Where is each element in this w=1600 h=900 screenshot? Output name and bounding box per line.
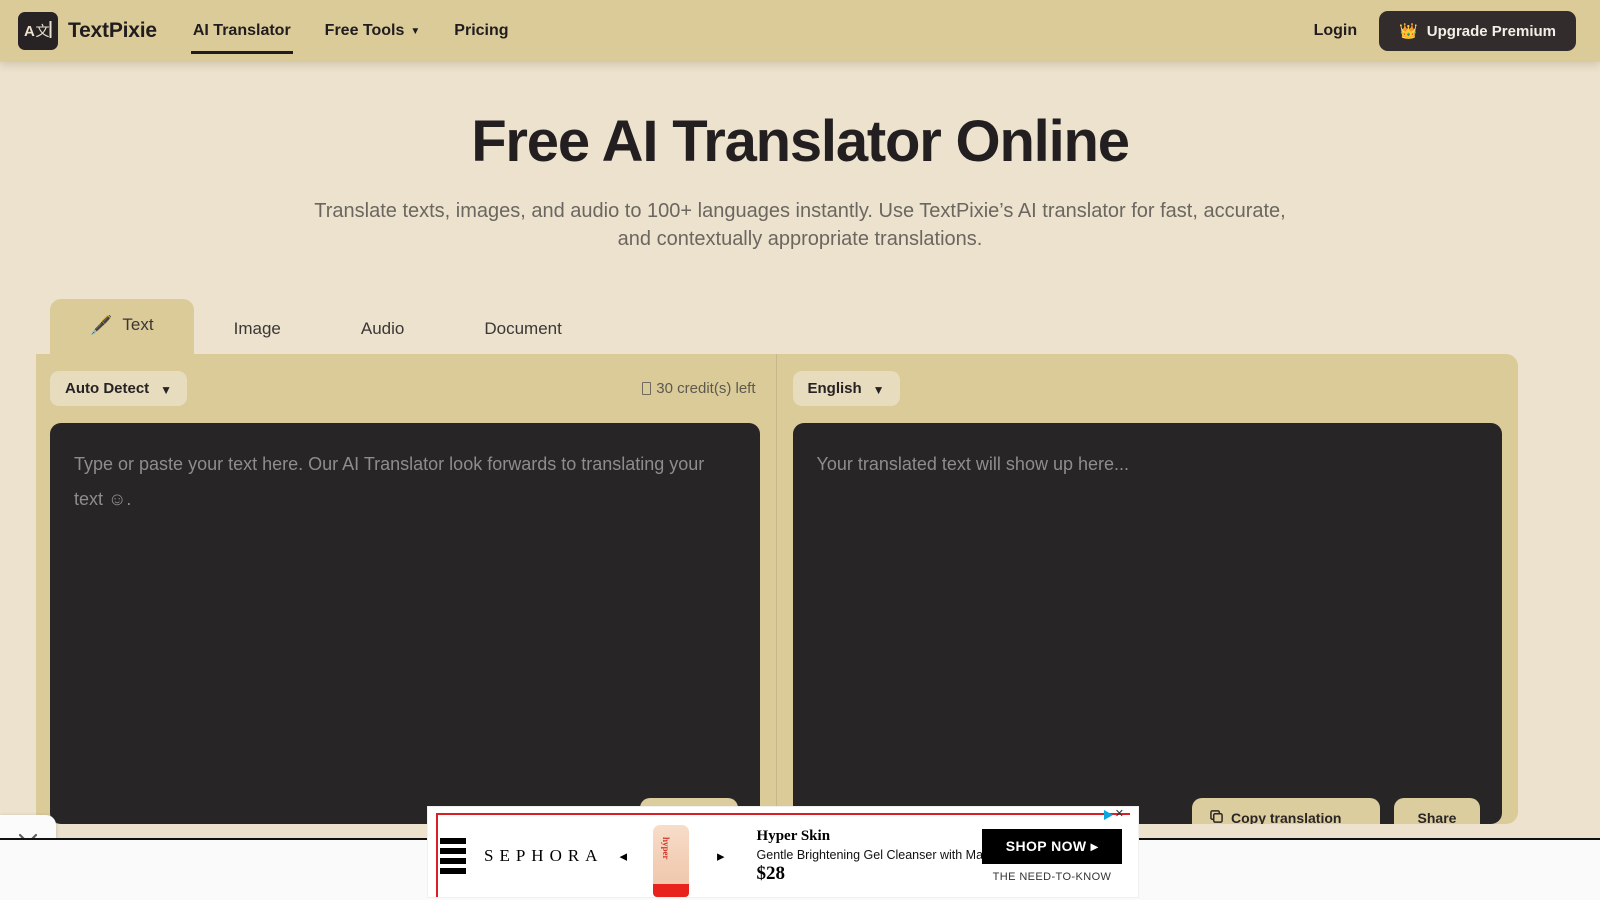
target-textarea[interactable]: Your translated text will show up here..… xyxy=(793,423,1503,824)
ad-subtitle: Gentle Brightening Gel Cleanser with Man… xyxy=(757,848,976,862)
hero-section: Free AI Translator Online Translate text… xyxy=(0,62,1600,254)
ad-product-image: hyper xyxy=(649,819,695,897)
target-pane: English ▼ Your translated text will show… xyxy=(777,354,1519,824)
ad-prev-arrow-icon[interactable]: ◂ xyxy=(619,847,627,865)
mode-tabs: 🖋️ Text Image Audio Document xyxy=(50,299,1600,354)
source-language-value: Auto Detect xyxy=(65,380,149,397)
nav-item-pricing[interactable]: Pricing xyxy=(452,16,510,46)
ad-next-arrow-icon[interactable]: ▸ xyxy=(717,847,725,865)
copy-icon xyxy=(1210,810,1223,824)
target-placeholder: Your translated text will show up here..… xyxy=(817,447,1479,482)
nav-label: Pricing xyxy=(454,22,508,40)
target-language-select[interactable]: English ▼ xyxy=(793,371,900,406)
tab-document[interactable]: Document xyxy=(444,303,601,354)
target-actions: Copy translation Share xyxy=(1192,798,1480,824)
copy-label: Copy translation xyxy=(1231,810,1341,824)
ad-shop-now-button[interactable]: SHOP NOW ▸ xyxy=(982,829,1122,864)
share-button[interactable]: Share xyxy=(1394,798,1480,824)
brand-logo[interactable]: A 文 TextPixie xyxy=(18,12,157,50)
chevron-down-icon: ▼ xyxy=(410,27,420,37)
nav-item-free-tools[interactable]: Free Tools ▼ xyxy=(323,16,423,46)
source-language-select[interactable]: Auto Detect ▼ xyxy=(50,371,187,406)
pen-icon: 🖋️ xyxy=(90,315,112,336)
source-pane: Auto Detect ▼ 30 credit(s) left Type or … xyxy=(36,354,776,824)
source-placeholder: Type or paste your text here. Our AI Tra… xyxy=(74,447,736,517)
source-textarea[interactable]: Type or paste your text here. Our AI Tra… xyxy=(50,423,760,824)
nav-label: Free Tools xyxy=(325,22,405,40)
tab-text[interactable]: 🖋️ Text xyxy=(50,299,194,354)
credit-token-icon xyxy=(642,382,651,395)
nav-item-ai-translator[interactable]: AI Translator xyxy=(191,16,293,46)
target-language-value: English xyxy=(808,380,862,397)
svg-text:文: 文 xyxy=(36,24,50,40)
tab-audio[interactable]: Audio xyxy=(321,303,444,354)
ad-brand-label: SEPHORA xyxy=(484,846,603,866)
login-link[interactable]: Login xyxy=(1314,22,1358,40)
nav-label: AI Translator xyxy=(193,22,291,40)
tab-image[interactable]: Image xyxy=(194,303,321,354)
product-cap-shape xyxy=(653,884,689,897)
target-pane-toolbar: English ▼ xyxy=(793,370,1503,408)
upgrade-label: Upgrade Premium xyxy=(1427,23,1556,40)
chevron-down-icon: ▼ xyxy=(873,384,885,396)
main-nav: AI Translator Free Tools ▼ Pricing xyxy=(191,0,511,62)
ad-content-row: SEPHORA ◂ hyper ▸ Hyper Skin Gentle Brig… xyxy=(428,815,1138,897)
ad-menu-icon xyxy=(440,838,466,874)
chevron-down-icon: ▼ xyxy=(160,384,172,396)
brand-name: TextPixie xyxy=(68,19,157,43)
svg-text:A: A xyxy=(24,23,35,40)
ad-price: $28 xyxy=(757,863,976,885)
upgrade-premium-button[interactable]: 👑 Upgrade Premium xyxy=(1379,11,1576,51)
crown-icon: 👑 xyxy=(1399,22,1418,40)
site-header: A 文 TextPixie AI Translator Free Tools ▼… xyxy=(0,0,1600,62)
ad-title: Hyper Skin xyxy=(757,827,976,845)
ad-banner[interactable]: AdChoices ✕ SEPHORA ◂ hyper ▸ Hyper Skin… xyxy=(427,806,1139,898)
product-tube-shape xyxy=(653,825,689,893)
credits-status: 30 credit(s) left xyxy=(642,380,759,397)
tab-label: Image xyxy=(234,319,281,339)
ad-copy-block: Hyper Skin Gentle Brightening Gel Cleans… xyxy=(757,827,976,885)
page-title: Free AI Translator Online xyxy=(0,110,1600,175)
credits-label: 30 credit(s) left xyxy=(656,380,755,397)
copy-translation-button[interactable]: Copy translation xyxy=(1192,798,1380,824)
share-label: Share xyxy=(1418,810,1457,824)
header-actions: Login 👑 Upgrade Premium xyxy=(1314,11,1576,51)
source-pane-toolbar: Auto Detect ▼ 30 credit(s) left xyxy=(50,370,760,408)
translator-workspace: Auto Detect ▼ 30 credit(s) left Type or … xyxy=(36,354,1518,824)
product-brand-text: hyper xyxy=(661,837,671,860)
translate-logo-icon: A 文 xyxy=(18,12,58,50)
ad-tagline: THE NEED-TO-KNOW xyxy=(976,871,1128,883)
tab-label: Audio xyxy=(361,319,404,339)
ad-cta-block: SHOP NOW ▸ THE NEED-TO-KNOW xyxy=(976,829,1128,883)
tab-label: Document xyxy=(484,319,561,339)
tab-label: Text xyxy=(122,315,153,335)
page-subtitle: Translate texts, images, and audio to 10… xyxy=(295,197,1305,254)
